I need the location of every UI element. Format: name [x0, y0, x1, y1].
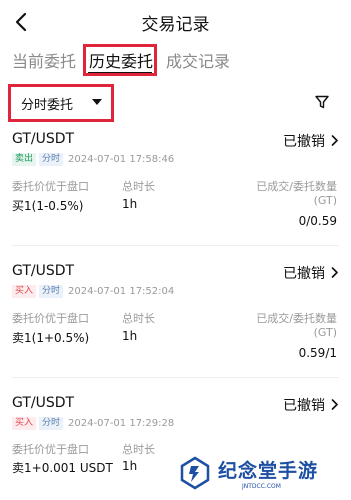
- side-badge: 卖出: [12, 153, 37, 166]
- duration-label: 总时长: [122, 443, 155, 456]
- chevron-right-icon: [331, 398, 339, 414]
- highlight-box-filter: [8, 84, 114, 122]
- filter-funnel-icon[interactable]: [314, 94, 330, 110]
- divider: [12, 377, 339, 378]
- header: 交易记录: [0, 0, 351, 44]
- price-condition-label: 委托价优于盘口: [12, 312, 89, 325]
- divider: [12, 245, 339, 246]
- order-time: 2024-07-01 17:52:04: [68, 286, 175, 297]
- side-badge: 买入: [12, 417, 37, 430]
- type-badge: 分时: [39, 285, 64, 298]
- order-pair: GT/USDT: [12, 263, 75, 279]
- tab-trade-records[interactable]: 成交记录: [166, 48, 230, 72]
- price-condition-value: 卖1+0.001 USDT: [12, 461, 113, 475]
- price-condition-label: 委托价优于盘口: [12, 443, 89, 456]
- order-card[interactable]: GT/USDT 已撤销 卖出 分时 2024-07-01 17:58:46 委托价优…: [0, 131, 351, 249]
- highlight-box-tab: [83, 44, 157, 76]
- watermark-brand: 纪念堂手游: [218, 460, 319, 482]
- order-card[interactable]: GT/USDT 已撤销 买入 分时 2024-07-01 17:52:04 委托价优…: [0, 263, 351, 381]
- duration-label: 总时长: [122, 180, 155, 193]
- order-tags: 买入 分时 2024-07-01 17:29:28: [12, 417, 174, 431]
- watermark-logo-icon: [180, 456, 210, 490]
- type-badge: 分时: [39, 153, 64, 166]
- tab-bar: 当前委托 历史委托 成交记录: [0, 44, 351, 78]
- status-label: 已撤销: [283, 398, 325, 414]
- price-condition-value: 卖1(1+0.5%): [12, 331, 90, 345]
- type-badge: 分时: [39, 417, 64, 430]
- order-tags: 卖出 分时 2024-07-01 17:58:46: [12, 153, 174, 167]
- price-condition-label: 委托价优于盘口: [12, 180, 89, 193]
- unit-label: (GT): [313, 194, 337, 207]
- order-time: 2024-07-01 17:29:28: [68, 418, 175, 429]
- chevron-right-icon: [331, 266, 339, 282]
- order-status[interactable]: 已撤销: [283, 263, 339, 283]
- order-time: 2024-07-01 17:58:46: [68, 154, 175, 165]
- filled-value: 0.59/1: [298, 346, 337, 360]
- status-label: 已撤销: [283, 134, 325, 150]
- side-badge: 买入: [12, 285, 37, 298]
- filled-value: 0/0.59: [298, 214, 337, 228]
- order-tags: 买入 分时 2024-07-01 17:52:04: [12, 285, 174, 299]
- order-status[interactable]: 已撤销: [283, 395, 339, 415]
- unit-label: (GT): [313, 326, 337, 339]
- filled-label: 已成交/委托数量: [256, 312, 337, 325]
- order-pair: GT/USDT: [12, 395, 75, 411]
- duration-value: 1h: [122, 329, 138, 343]
- status-label: 已撤销: [283, 266, 325, 282]
- filled-label: 已成交/委托数量: [256, 180, 337, 193]
- chevron-right-icon: [331, 134, 339, 150]
- price-condition-value: 买1(1-0.5%): [12, 199, 84, 213]
- duration-value: 1h: [122, 459, 138, 473]
- order-pair: GT/USDT: [12, 131, 75, 147]
- tab-current-orders[interactable]: 当前委托: [12, 48, 76, 72]
- duration-label: 总时长: [122, 312, 155, 325]
- page-title: 交易记录: [141, 15, 210, 35]
- duration-value: 1h: [122, 197, 138, 211]
- watermark: 纪念堂手游 JNTDCC.COM: [170, 450, 351, 500]
- watermark-site: JNTDCC.COM: [242, 483, 281, 490]
- order-status[interactable]: 已撤销: [283, 131, 339, 151]
